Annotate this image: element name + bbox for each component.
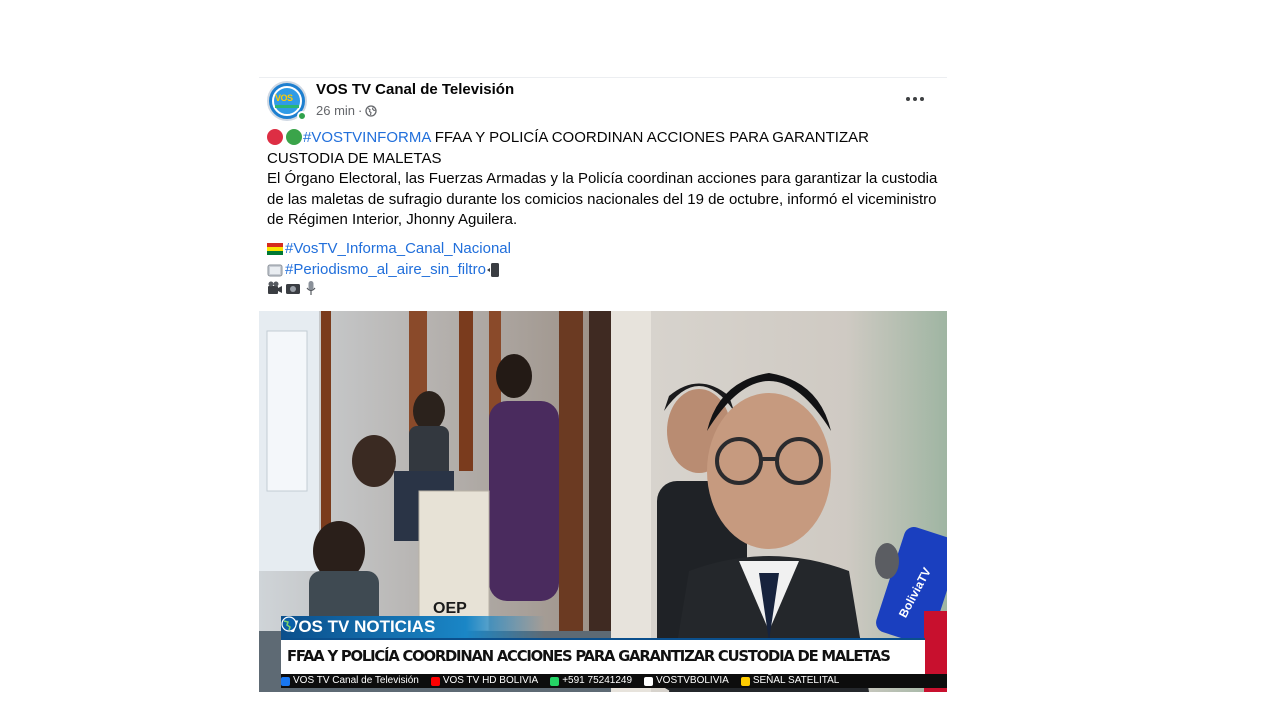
ticker-item: SEÑAL SATELITAL (740, 674, 840, 688)
post-header: VOS VOS TV Canal de Televisión 26 min · (259, 78, 947, 128)
ticker-item: +591 75241249 (550, 674, 632, 688)
news-headline-banner: FFAA Y POLICÍA COORDINAN ACCIONES PARA G… (281, 638, 925, 674)
post-video-thumbnail[interactable]: OEP BoliviaTV VOS TV NOTICIAS FFAA Y POL… (259, 311, 947, 692)
avatar-logo-text: VOS (275, 93, 293, 103)
ticker-item-text: VOS TV HD BOLIVIA (442, 675, 539, 686)
hashtag-periodismo[interactable]: #Periodismo_al_aire_sin_filtro (285, 259, 486, 280)
post-timestamp[interactable]: 26 min (316, 103, 355, 118)
news-banner-title: VOS TV NOTICIAS (281, 616, 545, 638)
tv-icon (267, 264, 283, 276)
facebook-post: VOS VOS TV Canal de Televisión 26 min · … (259, 77, 947, 692)
meta-separator: · (358, 103, 363, 118)
ticker-item: VOS TV HD BOLIVIA (430, 674, 539, 688)
more-dot (920, 97, 924, 101)
more-dot (913, 97, 917, 101)
post-headline-line: #VOSTVINFORMA FFAA Y POLICÍA COORDINAN A… (267, 128, 939, 169)
hashtag-vostvinforma[interactable]: #VOSTVINFORMA (303, 129, 431, 146)
post-text: #VOSTVINFORMA FFAA Y POLICÍA COORDINAN A… (267, 128, 939, 231)
logo-stripe (275, 105, 299, 108)
ticker-item: VOS TV Canal de Televisión (281, 674, 419, 688)
bolivia-flag-icon (267, 242, 283, 255)
ticker-item-text: SEÑAL SATELITAL (752, 675, 840, 686)
online-status-dot (297, 111, 307, 121)
red-circle-icon (267, 129, 283, 145)
post-hashtags: #VosTV_Informa_Canal_Nacional #Periodism… (267, 238, 939, 296)
post-body: El Órgano Electoral, las Fuerzas Armadas… (267, 170, 938, 228)
ballot-box-label: OEP (433, 600, 467, 617)
tag-line-2: #Periodismo_al_aire_sin_filtro (267, 259, 939, 280)
video-camera-icon (268, 281, 282, 294)
youtube-icon (430, 676, 440, 686)
whatsapp-icon (550, 676, 560, 686)
banner-title-text: VOS TV NOTICIAS (287, 617, 436, 636)
ticker-item: VOSTVBOLIVIA (644, 674, 729, 688)
camera-icon (286, 284, 300, 294)
globe-icon (281, 616, 297, 632)
tag-line-3 (267, 280, 939, 296)
page-name-link[interactable]: VOS TV Canal de Televisión (316, 81, 514, 98)
ticker-item-text: VOSTVBOLIVIA (656, 675, 729, 686)
satellite-icon (740, 676, 750, 686)
facebook-icon (281, 676, 290, 686)
green-circle-icon (286, 129, 302, 145)
post-meta: 26 min · (316, 103, 378, 118)
ticker-item-text: +591 75241249 (562, 675, 633, 686)
more-options-icon (906, 97, 910, 101)
microphone-icon (306, 281, 316, 295)
news-ticker: VOS TV Canal de Televisión VOS TV HD BOLI… (281, 674, 947, 688)
phone-icon (486, 262, 499, 277)
ticker-item-text: VOS TV Canal de Televisión (293, 675, 419, 686)
more-options-button[interactable] (897, 88, 933, 110)
tiktok-icon (644, 676, 654, 686)
hashtag-vostv-informa[interactable]: #VosTV_Informa_Canal_Nacional (285, 238, 511, 259)
globe-icon[interactable] (365, 104, 378, 117)
tag-line-1: #VosTV_Informa_Canal_Nacional (267, 238, 939, 259)
